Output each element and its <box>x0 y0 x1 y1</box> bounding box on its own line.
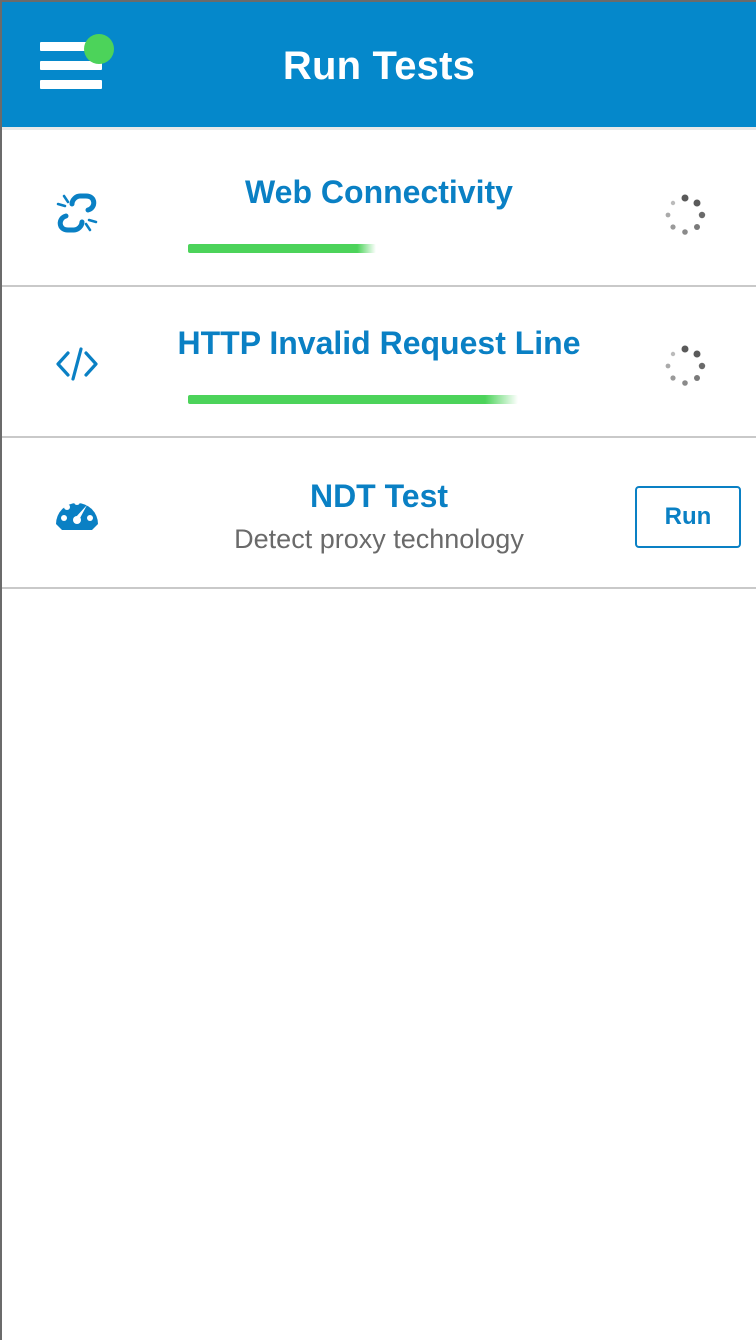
test-row-ndt[interactable]: NDT Test Detect proxy technology Run <box>2 438 756 589</box>
page-title: Run Tests <box>282 44 476 88</box>
progress-bar <box>188 244 518 253</box>
progress-fill <box>188 395 518 404</box>
progress-bar <box>188 395 518 404</box>
progress-fill <box>188 244 377 253</box>
app-header: Run Tests <box>2 2 756 130</box>
test-title: Web Connectivity <box>245 174 513 210</box>
test-row-web-connectivity[interactable]: Web Connectivity <box>2 136 756 287</box>
run-button[interactable]: Run <box>635 486 741 548</box>
loading-spinner-icon <box>665 194 706 235</box>
test-list: Web Connectivity HTTP Invalid Request Li… <box>2 136 756 589</box>
test-row-http-invalid-request-line[interactable]: HTTP Invalid Request Line <box>2 287 756 438</box>
test-title: HTTP Invalid Request Line <box>177 325 581 361</box>
app-frame: Run Tests Web Connectivity HTTP Invalid … <box>0 0 756 1340</box>
loading-spinner-icon <box>665 345 706 386</box>
